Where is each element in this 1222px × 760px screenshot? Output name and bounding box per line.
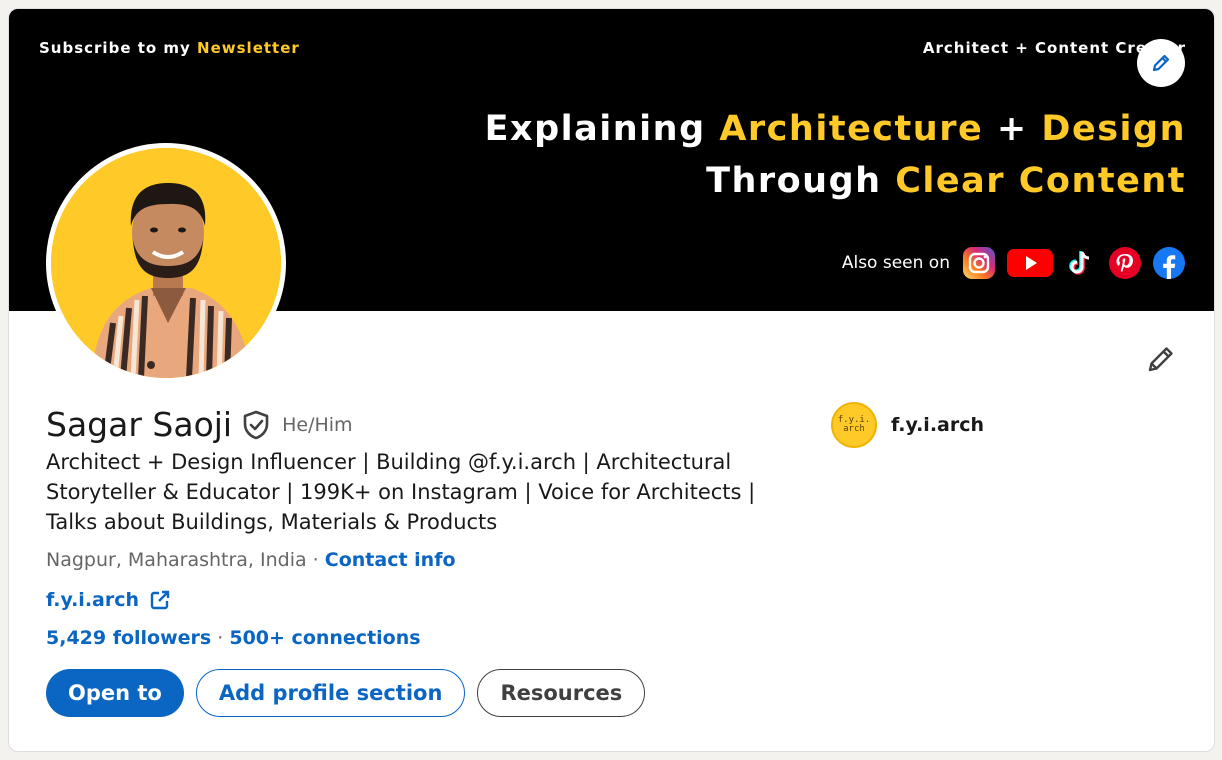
edit-banner-button[interactable] bbox=[1137, 39, 1185, 87]
banner-headline-line1: Explaining Architecture + Design bbox=[484, 109, 1186, 149]
profile-actions: Open to Add profile section Resources bbox=[46, 669, 646, 717]
connections-link[interactable]: 500+ connections bbox=[229, 627, 420, 649]
pencil-icon bbox=[1152, 54, 1170, 72]
edit-intro-button[interactable] bbox=[1141, 339, 1181, 379]
pinterest-icon bbox=[1108, 246, 1142, 280]
banner-newsletter-text: Subscribe to my Newsletter bbox=[39, 39, 300, 57]
profile-name: Sagar Saoji bbox=[46, 405, 233, 444]
also-seen-label: Also seen on bbox=[841, 253, 950, 273]
pronouns: He/Him bbox=[282, 413, 353, 436]
pencil-icon bbox=[1148, 347, 1173, 372]
profile-name-row: Sagar Saoji He/Him bbox=[46, 405, 353, 444]
current-company[interactable]: f.y.i. arch f.y.i.arch bbox=[831, 402, 984, 448]
verified-shield-icon[interactable] bbox=[242, 410, 272, 440]
facebook-icon bbox=[1152, 246, 1186, 280]
company-logo: f.y.i. arch bbox=[831, 402, 877, 448]
also-seen-on: Also seen on bbox=[842, 246, 1186, 280]
profile-headline: Architect + Design Influencer | Building… bbox=[46, 450, 756, 534]
location: Nagpur, Maharashtra, India bbox=[46, 549, 307, 571]
contact-info-link[interactable]: Contact info bbox=[325, 549, 456, 571]
company-name: f.y.i.arch bbox=[891, 414, 985, 436]
website-row[interactable]: f.y.i.arch bbox=[46, 589, 171, 611]
avatar bbox=[51, 148, 281, 378]
followers-link[interactable]: 5,429 followers bbox=[46, 627, 211, 649]
open-to-button[interactable]: Open to bbox=[46, 669, 184, 717]
profile-card: Subscribe to my Newsletter Architect + C… bbox=[8, 8, 1215, 752]
youtube-icon bbox=[1006, 246, 1054, 280]
instagram-icon bbox=[962, 246, 996, 280]
location-row: Nagpur, Maharashtra, India · Contact inf… bbox=[46, 549, 456, 571]
website-link[interactable]: f.y.i.arch bbox=[46, 589, 139, 611]
add-profile-section-button[interactable]: Add profile section bbox=[195, 669, 466, 717]
external-link-icon bbox=[149, 589, 171, 611]
resources-button[interactable]: Resources bbox=[477, 669, 646, 717]
tiktok-icon bbox=[1064, 246, 1098, 280]
stats-row: 5,429 followers · 500+ connections bbox=[46, 627, 421, 649]
banner-headline-line2: Through Clear Content bbox=[706, 161, 1186, 201]
profile-photo[interactable] bbox=[46, 143, 286, 383]
